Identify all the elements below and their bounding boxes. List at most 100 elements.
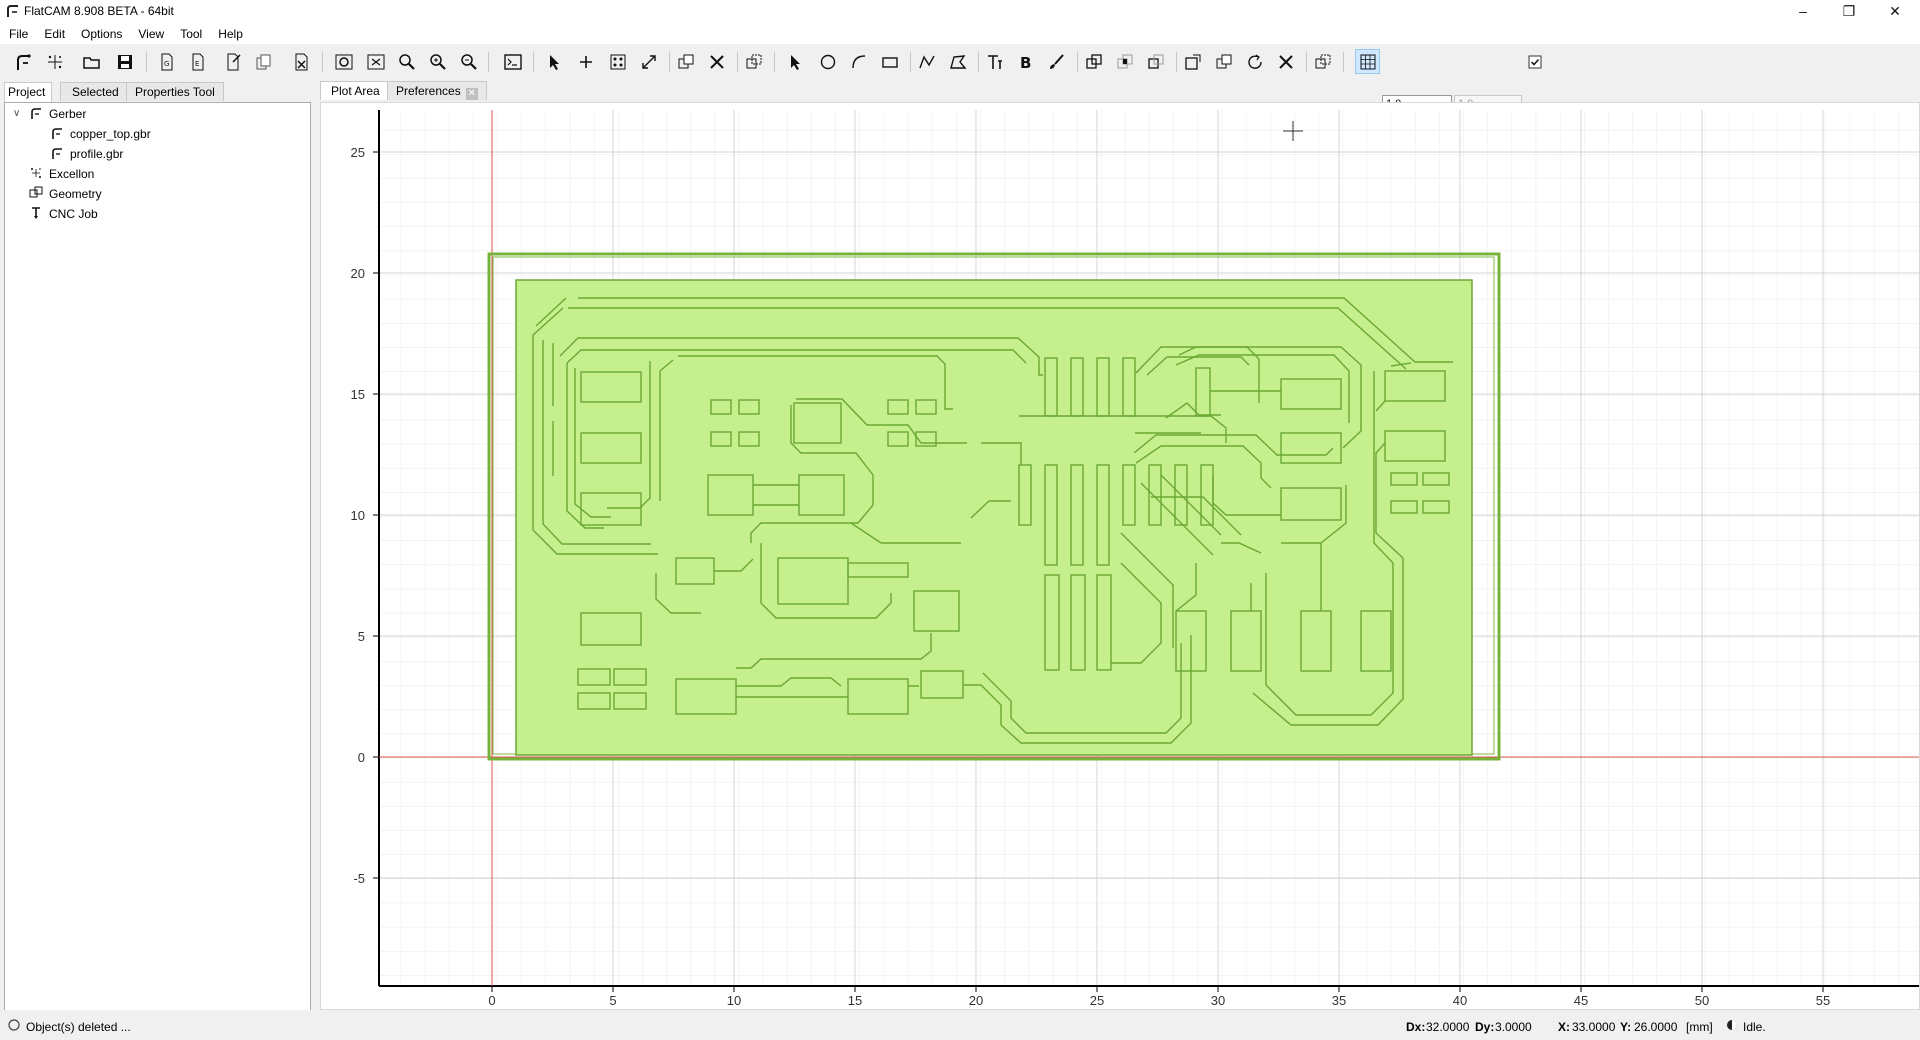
x-ticks: 0 5 10 15 20 25 30 35 40 45 50 55	[488, 986, 1830, 1008]
restore-button[interactable]: ❐	[1826, 0, 1872, 24]
x-tick-label: 30	[1211, 993, 1225, 1008]
new-project-button[interactable]	[13, 51, 35, 73]
grid-snap-icon	[1360, 54, 1375, 69]
tree-item-gerber[interactable]: ∨ Gerber	[5, 105, 305, 123]
zoom-in-button[interactable]	[427, 51, 449, 73]
gerber-plot	[487, 252, 1501, 761]
resize-drill-button[interactable]	[638, 51, 660, 73]
tree-item-copper-top[interactable]: copper_top.gbr	[50, 125, 151, 143]
add-path-button[interactable]	[916, 51, 938, 73]
union-button[interactable]	[1083, 51, 1105, 73]
paint-button[interactable]	[1046, 51, 1068, 73]
delete-drill-button[interactable]	[706, 51, 728, 73]
new-excellon-button[interactable]: E	[187, 51, 209, 73]
delete-object-button[interactable]	[291, 51, 313, 73]
title-bar: FlatCAM 8.908 BETA - 64bit – ❐ ✕	[0, 0, 1920, 24]
intersection-button[interactable]	[1114, 51, 1136, 73]
open-button[interactable]	[81, 51, 103, 73]
select-tool-button[interactable]	[544, 51, 566, 73]
copy-object-button[interactable]	[253, 51, 275, 73]
geometry-icon	[29, 186, 43, 198]
close-tab-icon[interactable]: ✕	[465, 88, 478, 100]
app-state: Idle.	[1743, 1020, 1766, 1034]
minimize-button[interactable]: –	[1780, 0, 1826, 24]
clear-plot-button[interactable]	[365, 51, 387, 73]
zoom-fit-icon	[399, 54, 415, 70]
buffer-button[interactable]: B	[1015, 51, 1037, 73]
svg-text:B: B	[1020, 54, 1031, 71]
polygon-icon	[950, 55, 967, 69]
menu-file[interactable]: File	[1, 24, 36, 44]
geo-select-button[interactable]	[785, 51, 807, 73]
save-button[interactable]	[114, 51, 136, 73]
tree-item-geometry[interactable]: Geometry	[29, 185, 102, 203]
snap-to-grid-toggle[interactable]	[1355, 49, 1380, 74]
y-tick-label: 20	[351, 266, 365, 281]
tree-label-cnc-job: CNC Job	[49, 207, 98, 221]
document-e-icon: E	[192, 53, 204, 71]
array-icon	[610, 54, 626, 70]
add-polygon-button[interactable]	[947, 51, 969, 73]
tab-properties-tool[interactable]: Properties Tool	[126, 82, 224, 101]
menu-view[interactable]: View	[130, 24, 172, 44]
gerber-icon	[52, 148, 62, 159]
cursor-arrow-icon	[550, 55, 559, 70]
chevron-down-icon[interactable]: ∨	[13, 105, 20, 123]
subtraction-button[interactable]	[1145, 51, 1167, 73]
delete-x-icon	[1279, 55, 1293, 69]
document-g-icon: G	[161, 53, 173, 71]
resize-icon	[642, 55, 656, 69]
grid-link-checkbox[interactable]	[1524, 51, 1546, 73]
sparkle-icon	[48, 55, 62, 69]
cut-path-button[interactable]	[1182, 51, 1204, 73]
x-tick-label: 5	[609, 993, 616, 1008]
tree-item-excellon[interactable]: Excellon	[29, 165, 94, 183]
x-tick-label: 50	[1695, 993, 1709, 1008]
add-rectangle-button[interactable]	[879, 51, 901, 73]
new-geometry-button[interactable]	[44, 51, 66, 73]
delete-shape-button[interactable]	[1275, 51, 1297, 73]
union-icon	[1086, 54, 1102, 69]
dx-value: 32.0000	[1426, 1020, 1470, 1034]
dy-label: Dy:	[1475, 1020, 1495, 1034]
move-shape-button[interactable]	[1312, 51, 1334, 73]
close-window-button[interactable]: ✕	[1872, 0, 1918, 24]
tree-item-profile[interactable]: profile.gbr	[50, 145, 123, 163]
replot-button[interactable]	[333, 51, 355, 73]
add-arc-button[interactable]	[848, 51, 870, 73]
paintbrush-icon	[1050, 54, 1064, 69]
toolbar-separator	[910, 52, 911, 72]
tab-plot-area[interactable]: Plot Area	[320, 81, 391, 100]
move-drill-button[interactable]	[743, 51, 765, 73]
new-project-icon	[17, 54, 31, 70]
add-circle-button[interactable]	[817, 51, 839, 73]
add-drill-button[interactable]	[575, 51, 597, 73]
new-gerber-button[interactable]: G	[156, 51, 178, 73]
menu-help[interactable]: Help	[210, 24, 251, 44]
menu-options[interactable]: Options	[73, 24, 130, 44]
circle-icon	[820, 54, 836, 70]
tab-preferences-label: Preferences	[396, 84, 461, 98]
zoom-out-button[interactable]	[458, 51, 480, 73]
x-tick-label: 15	[848, 993, 862, 1008]
copy-drill-button[interactable]	[675, 51, 697, 73]
tab-selected[interactable]: Selected	[60, 82, 131, 101]
rotate-button[interactable]	[1244, 51, 1266, 73]
edit-gerber-button[interactable]	[223, 51, 245, 73]
copy-geo-button[interactable]	[1213, 51, 1235, 73]
zoom-fit-button[interactable]	[396, 51, 418, 73]
add-text-button[interactable]	[984, 51, 1006, 73]
tab-project[interactable]: Project	[4, 82, 52, 102]
tab-preferences[interactable]: Preferences ✕	[387, 81, 487, 100]
rectangle-icon	[882, 57, 898, 68]
replot-icon	[335, 54, 353, 70]
command-line-button[interactable]	[502, 51, 524, 73]
window-title: FlatCAM 8.908 BETA - 64bit	[24, 4, 174, 18]
y-ticks: 25 20 15 10 5 0 -5	[351, 145, 379, 886]
plot-canvas[interactable]: 0 5 10 15 20 25 30 35 40 45 50 55 25 20 15 10 5 0 -5	[320, 102, 1920, 1010]
add-drill-array-button[interactable]	[607, 51, 629, 73]
tree-item-cnc-job[interactable]: CNC Job	[29, 205, 98, 223]
menu-tool[interactable]: Tool	[172, 24, 210, 44]
menu-edit[interactable]: Edit	[36, 24, 73, 44]
plot-svg[interactable]: 0 5 10 15 20 25 30 35 40 45 50 55 2520151050-5	[321, 103, 1919, 1009]
